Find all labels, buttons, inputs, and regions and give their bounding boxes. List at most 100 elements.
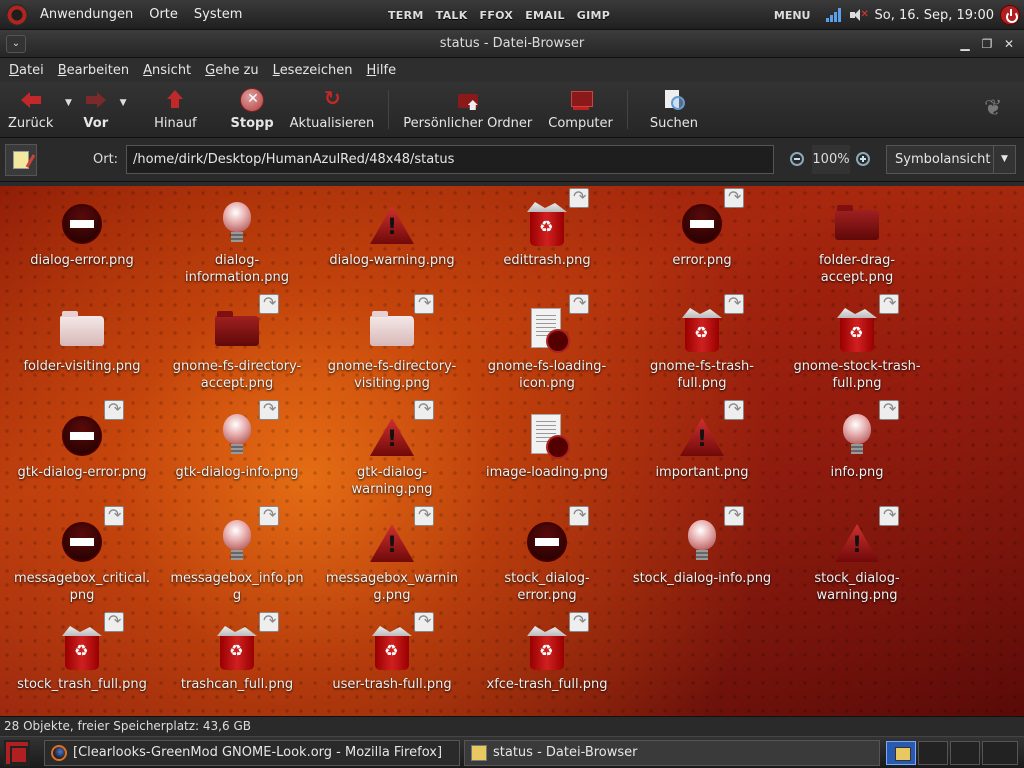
- menu-lesezeichen[interactable]: Lesezeichen: [266, 63, 360, 78]
- network-signal-icon[interactable]: [826, 8, 842, 22]
- menu-datei-label: atei: [19, 62, 44, 78]
- file-item[interactable]: user-trash-full.png: [322, 610, 462, 693]
- zoom-out-icon[interactable]: [790, 152, 804, 166]
- task-file-browser[interactable]: status - Datei-Browser: [464, 740, 880, 766]
- maximize-icon[interactable]: ❐: [978, 35, 996, 53]
- zoom-level[interactable]: 100%: [812, 145, 850, 174]
- file-item[interactable]: gnome-fs-loading-icon.png: [477, 292, 617, 392]
- volume-muted-icon[interactable]: ✕: [850, 8, 869, 22]
- file-item[interactable]: stock_dialog-error.png: [477, 504, 617, 604]
- file-item[interactable]: dialog-information.png: [167, 186, 307, 286]
- menu-button[interactable]: MENU: [774, 9, 811, 22]
- menu-hilfe[interactable]: Hilfe: [360, 63, 404, 78]
- folder-icon: [60, 311, 104, 346]
- file-item[interactable]: messagebox_info.png: [167, 504, 307, 604]
- file-icon-wrap: [523, 187, 589, 248]
- power-icon[interactable]: [1000, 5, 1020, 25]
- symlink-icon: [414, 293, 434, 314]
- launcher-talk[interactable]: TALK: [436, 9, 468, 22]
- view-mode-select[interactable]: Symbolansicht ▼: [886, 145, 1016, 174]
- file-item[interactable]: gnome-fs-trash-full.png: [632, 292, 772, 392]
- task-firefox[interactable]: [Clearlooks-GreenMod GNOME-Look.org - Mo…: [44, 740, 460, 766]
- computer-button[interactable]: Computer: [540, 82, 621, 137]
- window-title: status - Datei-Browser: [439, 36, 585, 51]
- icon-view[interactable]: dialog-error.png dialog-information.png di…: [0, 186, 1024, 716]
- file-item[interactable]: gnome-fs-directory-accept.png: [167, 292, 307, 392]
- menu-gehe-zu[interactable]: Gehe zu: [198, 63, 266, 78]
- launcher-term[interactable]: TERM: [388, 9, 424, 22]
- show-desktop-icon[interactable]: [4, 739, 30, 766]
- file-item[interactable]: gtk-dialog-error.png: [12, 398, 152, 481]
- clock[interactable]: So, 16. Sep, 19:00: [874, 8, 994, 23]
- launcher-ffox[interactable]: FFOX: [480, 9, 514, 22]
- menu-applications[interactable]: Anwendungen: [32, 7, 141, 22]
- file-item[interactable]: edittrash.png: [477, 186, 617, 269]
- file-item[interactable]: messagebox_critical.png: [12, 504, 152, 604]
- forward-button[interactable]: Vor: [75, 82, 116, 137]
- task-firefox-label: [Clearlooks-GreenMod GNOME-Look.org - Mo…: [73, 745, 443, 760]
- reload-button[interactable]: Aktualisieren: [282, 82, 383, 137]
- close-icon[interactable]: ✕: [1000, 35, 1018, 53]
- forward-arrow-icon: [84, 88, 108, 112]
- workspace-2[interactable]: [918, 741, 948, 765]
- file-icon-wrap: [523, 611, 589, 672]
- forward-history-dropdown[interactable]: ▼: [116, 68, 130, 137]
- home-folder-button[interactable]: Persönlicher Ordner: [395, 82, 540, 137]
- up-button[interactable]: Hinauf: [146, 82, 204, 137]
- trash-icon: [375, 632, 409, 670]
- window-controls: ▁ ❐ ✕: [956, 35, 1018, 53]
- file-item[interactable]: gtk-dialog-warning.png: [322, 398, 462, 498]
- file-item[interactable]: error.png: [632, 186, 772, 269]
- file-icon-wrap: [833, 399, 899, 460]
- file-item[interactable]: stock_trash_full.png: [12, 610, 152, 693]
- search-button[interactable]: Suchen: [642, 82, 706, 137]
- file-item[interactable]: stock_dialog-info.png: [632, 504, 772, 587]
- file-item[interactable]: gnome-fs-directory-visiting.png: [322, 292, 462, 392]
- workspace-3[interactable]: [950, 741, 980, 765]
- file-item[interactable]: info.png: [787, 398, 927, 481]
- file-item[interactable]: gnome-stock-trash-full.png: [787, 292, 927, 392]
- file-item[interactable]: trashcan_full.png: [167, 610, 307, 693]
- ubuntu-logo-icon[interactable]: [6, 3, 28, 26]
- file-item[interactable]: dialog-error.png: [12, 186, 152, 269]
- location-input[interactable]: /home/dirk/Desktop/HumanAzulRed/48x48/st…: [126, 145, 774, 174]
- file-item[interactable]: image-loading.png: [477, 398, 617, 481]
- menu-ansicht[interactable]: Ansicht: [136, 63, 198, 78]
- file-icon-wrap: [523, 293, 589, 354]
- launcher-gimp[interactable]: GIMP: [577, 9, 610, 22]
- toolbar-separator: [388, 90, 390, 129]
- file-name: error.png: [672, 253, 732, 268]
- file-icon-wrap: [678, 187, 744, 248]
- file-item[interactable]: stock_dialog-warning.png: [787, 504, 927, 604]
- symlink-icon: [259, 399, 279, 420]
- file-item[interactable]: folder-visiting.png: [12, 292, 152, 375]
- trash-icon: [530, 632, 564, 670]
- file-name: gtk-dialog-error.png: [17, 465, 147, 480]
- folder-icon: [370, 311, 414, 346]
- stop-button[interactable]: Stopp: [223, 82, 282, 137]
- file-item[interactable]: folder-drag-accept.png: [787, 186, 927, 286]
- window-menu-button[interactable]: ⌄: [6, 35, 26, 53]
- file-item[interactable]: gtk-dialog-info.png: [167, 398, 307, 481]
- file-item[interactable]: important.png: [632, 398, 772, 481]
- menu-places[interactable]: Orte: [141, 7, 186, 22]
- file-item[interactable]: xfce-trash_full.png: [477, 610, 617, 693]
- back-button[interactable]: Zurück: [0, 82, 61, 137]
- up-arrow-icon: [163, 88, 187, 112]
- file-name: edittrash.png: [503, 253, 591, 268]
- file-item[interactable]: messagebox_warning.png: [322, 504, 462, 604]
- back-history-dropdown[interactable]: ▼: [61, 68, 75, 137]
- minimize-icon[interactable]: ▁: [956, 35, 974, 53]
- menu-system[interactable]: System: [186, 7, 250, 22]
- trash-icon: [530, 208, 564, 246]
- menu-datei[interactable]: Datei: [2, 63, 51, 78]
- window-titlebar[interactable]: ⌄ status - Datei-Browser ▁ ❐ ✕: [0, 30, 1024, 58]
- zoom-in-icon[interactable]: [856, 152, 870, 166]
- workspace-4[interactable]: [982, 741, 1018, 765]
- launcher-email[interactable]: EMAIL: [525, 9, 565, 22]
- symlink-icon: [569, 505, 589, 526]
- file-item[interactable]: dialog-warning.png: [322, 186, 462, 269]
- location-edit-toggle[interactable]: [5, 143, 37, 176]
- workspace-1[interactable]: [886, 741, 916, 765]
- warning-icon: [680, 418, 724, 456]
